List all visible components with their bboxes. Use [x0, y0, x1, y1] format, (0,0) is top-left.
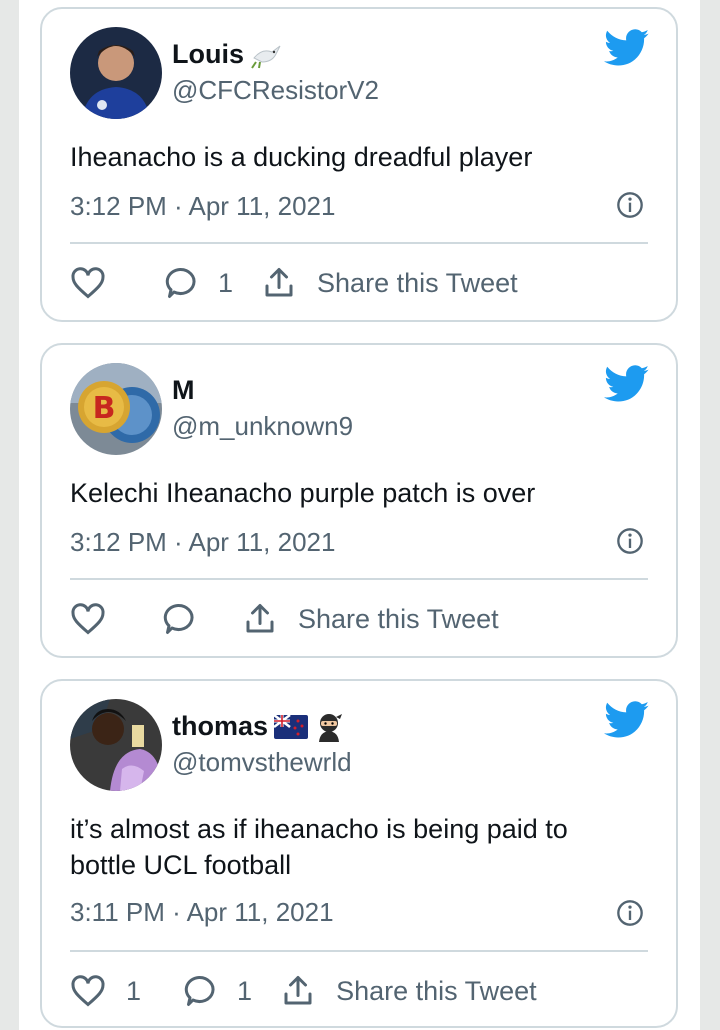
- ninja-emoji-icon: [319, 713, 343, 742]
- share-icon: [265, 268, 293, 297]
- like-button[interactable]: [70, 601, 106, 637]
- tweet-text: it’s almost as if iheanacho is being pai…: [70, 814, 568, 880]
- svg-text:B: B: [93, 391, 116, 426]
- divider: [70, 950, 648, 952]
- tweet-text: Kelechi Iheanacho purple patch is over: [70, 478, 536, 508]
- tweet-card[interactable]: thomas @tomvsthewrld it’s almost as if i…: [40, 679, 678, 1028]
- twitter-bird-icon[interactable]: [604, 365, 650, 403]
- reply-count: 1: [237, 975, 253, 1006]
- like-button[interactable]: 1: [70, 973, 141, 1009]
- divider: [70, 578, 648, 580]
- share-label: Share this Tweet: [336, 975, 537, 1006]
- handle[interactable]: @m_unknown9: [172, 411, 353, 442]
- tweet-text: Iheanacho is a ducking dreadful player: [70, 142, 533, 172]
- share-button[interactable]: Share this Tweet: [242, 601, 499, 637]
- reply-icon: [163, 603, 194, 634]
- timestamp[interactable]: 3:12 PM · Apr 11, 2021: [70, 191, 335, 222]
- timestamp[interactable]: 3:11 PM · Apr 11, 2021: [70, 897, 334, 928]
- like-count: 1: [126, 975, 142, 1006]
- share-icon: [246, 604, 274, 633]
- dove-emoji-icon: [251, 45, 281, 69]
- new-zealand-flag-icon: [274, 714, 309, 739]
- info-icon[interactable]: [616, 899, 644, 927]
- avatar[interactable]: [70, 27, 162, 119]
- tweet-card[interactable]: Louis @CFCResistorV2 Iheanacho is a duck…: [40, 7, 678, 322]
- tweet-feed: Louis @CFCResistorV2 Iheanacho is a duck…: [0, 0, 720, 1030]
- reply-icon: [165, 267, 196, 298]
- twitter-bird-icon[interactable]: [604, 29, 650, 67]
- avatar[interactable]: [70, 699, 162, 791]
- reply-count: 1: [218, 267, 234, 298]
- heart-icon: [71, 603, 105, 635]
- share-label: Share this Tweet: [317, 267, 518, 298]
- tweet-card[interactable]: B M @m_unknown9 Kelechi Iheanacho purple…: [40, 343, 678, 658]
- handle[interactable]: @CFCResistorV2: [172, 75, 379, 106]
- display-name[interactable]: M: [172, 375, 195, 406]
- share-button[interactable]: Share this Tweet: [261, 265, 518, 301]
- share-label: Share this Tweet: [298, 603, 499, 634]
- reply-button[interactable]: 1: [181, 973, 252, 1009]
- info-icon[interactable]: [616, 191, 644, 219]
- display-name[interactable]: thomas: [172, 711, 344, 742]
- action-bar: Share this Tweet: [70, 599, 499, 639]
- handle[interactable]: @tomvsthewrld: [172, 747, 352, 778]
- avatar[interactable]: B: [70, 363, 162, 455]
- heart-icon: [71, 975, 105, 1007]
- reply-button[interactable]: 1: [162, 265, 233, 301]
- display-name[interactable]: Louis: [172, 39, 284, 70]
- reply-icon: [184, 975, 215, 1006]
- info-icon[interactable]: [616, 527, 644, 555]
- reply-button[interactable]: [160, 601, 196, 637]
- like-button[interactable]: [70, 265, 126, 301]
- divider: [70, 242, 648, 244]
- timestamp[interactable]: 3:12 PM · Apr 11, 2021: [70, 527, 335, 558]
- action-bar: 1 Share this Tweet: [70, 263, 518, 303]
- heart-icon: [71, 267, 105, 299]
- share-icon: [284, 976, 312, 1005]
- twitter-bird-icon[interactable]: [604, 701, 650, 739]
- share-button[interactable]: Share this Tweet: [280, 973, 537, 1009]
- action-bar: 1 1 Share this Tweet: [70, 971, 537, 1011]
